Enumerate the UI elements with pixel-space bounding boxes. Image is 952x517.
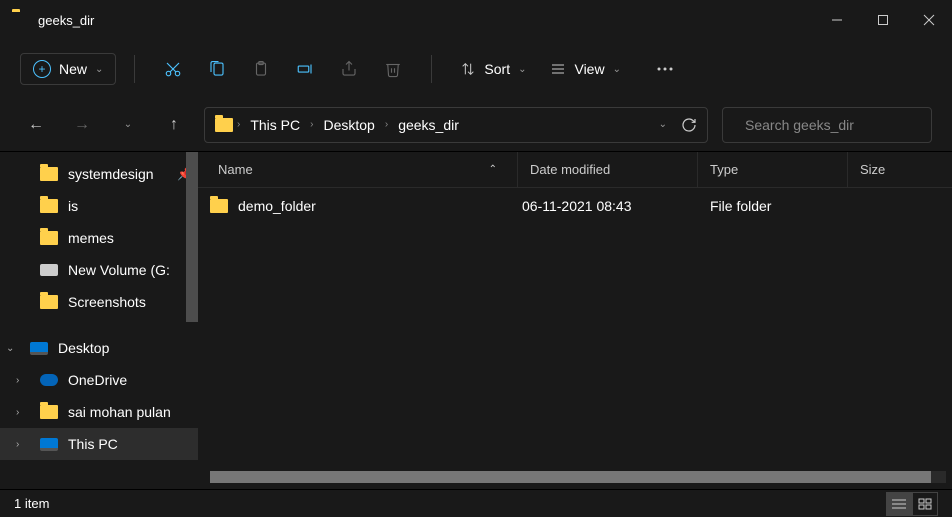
sidebar-scrollbar[interactable] [186, 152, 198, 322]
sidebar-item-volume-g[interactable]: New Volume (G: [0, 254, 198, 286]
thumbnails-view-button[interactable] [912, 492, 938, 516]
breadcrumb-item[interactable]: This PC [244, 113, 306, 137]
plus-icon: + [33, 60, 51, 78]
search-box[interactable] [722, 107, 932, 143]
sort-indicator-icon: ⌃ [489, 164, 497, 175]
desktop-icon [30, 342, 48, 355]
chevron-right-icon: › [385, 119, 388, 130]
file-name: demo_folder [238, 198, 316, 214]
rename-button[interactable] [285, 49, 325, 89]
separator [431, 55, 432, 83]
separator [134, 55, 135, 83]
sidebar: systemdesign📌 is memes New Volume (G: Sc… [0, 152, 198, 489]
chevron-right-icon: › [237, 119, 240, 130]
item-count: 1 item [14, 496, 49, 511]
chevron-down-icon: ⌄ [613, 64, 621, 75]
maximize-button[interactable] [860, 0, 906, 40]
folder-icon [40, 405, 58, 419]
refresh-button[interactable] [681, 117, 697, 133]
new-label: New [59, 61, 87, 77]
forward-button[interactable]: → [66, 109, 98, 141]
horizontal-scrollbar[interactable] [210, 471, 946, 483]
minimize-button[interactable] [814, 0, 860, 40]
expander-icon[interactable]: › [16, 439, 30, 450]
folder-icon [40, 295, 58, 309]
titlebar: geeks_dir [0, 0, 952, 40]
address-dropdown[interactable]: ⌄ [659, 119, 667, 130]
folder-icon [40, 167, 58, 181]
column-header-type[interactable]: Type [698, 152, 848, 187]
search-input[interactable] [745, 117, 926, 133]
column-header-name[interactable]: Name⌃ [198, 152, 518, 187]
copy-button[interactable] [197, 49, 237, 89]
sidebar-item-user[interactable]: ›sai mohan pulan [0, 396, 198, 428]
file-row[interactable]: demo_folder 06-11-2021 08:43 File folder [198, 188, 952, 224]
main-area: systemdesign📌 is memes New Volume (G: Sc… [0, 152, 952, 489]
address-bar[interactable]: › This PC › Desktop › geeks_dir ⌄ [204, 107, 708, 143]
more-button[interactable] [645, 49, 685, 89]
expander-icon[interactable]: › [16, 407, 30, 418]
sidebar-item-desktop[interactable]: ⌄Desktop [0, 332, 198, 364]
chevron-down-icon: ⌄ [95, 64, 103, 75]
cloud-icon [40, 374, 58, 386]
column-header-size[interactable]: Size [848, 152, 952, 187]
view-icon [550, 61, 566, 77]
window-title: geeks_dir [38, 13, 814, 28]
recent-button[interactable]: ⌄ [112, 109, 144, 141]
cut-button[interactable] [153, 49, 193, 89]
details-view-button[interactable] [886, 492, 912, 516]
sort-label: Sort [484, 61, 510, 77]
sort-button[interactable]: Sort ⌄ [450, 55, 536, 83]
breadcrumb-item[interactable]: Desktop [317, 113, 380, 137]
chevron-right-icon: › [310, 119, 313, 130]
sidebar-item-this-pc[interactable]: ›This PC [0, 428, 198, 460]
back-button[interactable]: ← [20, 109, 52, 141]
chevron-down-icon: ⌄ [518, 64, 526, 75]
folder-icon [40, 231, 58, 245]
new-button[interactable]: + New ⌄ [20, 53, 116, 85]
pc-icon [40, 438, 58, 451]
file-list: Name⌃ Date modified Type Size demo_folde… [198, 152, 952, 489]
column-headers: Name⌃ Date modified Type Size [198, 152, 952, 188]
status-bar: 1 item [0, 489, 952, 517]
up-button[interactable]: ↑ [158, 109, 190, 141]
sidebar-item-onedrive[interactable]: ›OneDrive [0, 364, 198, 396]
file-type: File folder [698, 198, 848, 214]
folder-icon [40, 199, 58, 213]
view-button[interactable]: View ⌄ [540, 55, 630, 83]
disk-icon [40, 264, 58, 276]
toolbar: + New ⌄ Sort ⌄ View ⌄ [0, 40, 952, 98]
sidebar-item-screenshots[interactable]: Screenshots [0, 286, 198, 318]
sidebar-item-memes[interactable]: memes [0, 222, 198, 254]
sidebar-item-is[interactable]: is [0, 190, 198, 222]
sort-icon [460, 61, 476, 77]
folder-icon [210, 199, 228, 213]
expander-icon[interactable]: ⌄ [6, 343, 20, 354]
paste-button[interactable] [241, 49, 281, 89]
column-header-date[interactable]: Date modified [518, 152, 698, 187]
sidebar-item-systemdesign[interactable]: systemdesign📌 [0, 158, 198, 190]
close-button[interactable] [906, 0, 952, 40]
nav-row: ← → ⌄ ↑ › This PC › Desktop › geeks_dir … [0, 98, 952, 152]
expander-icon[interactable]: › [16, 375, 30, 386]
file-date: 06-11-2021 08:43 [518, 198, 698, 214]
folder-icon [215, 118, 233, 132]
delete-button[interactable] [373, 49, 413, 89]
scrollbar-thumb[interactable] [210, 471, 931, 483]
share-button[interactable] [329, 49, 369, 89]
breadcrumb-item[interactable]: geeks_dir [392, 113, 465, 137]
view-label: View [574, 61, 604, 77]
window-folder-icon [12, 12, 28, 28]
